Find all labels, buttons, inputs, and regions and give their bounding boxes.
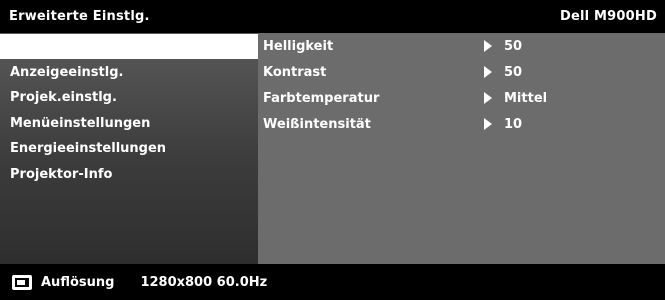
setting-row-kontrast[interactable]: Kontrast 50 — [258, 60, 665, 85]
setting-value: 10 — [504, 117, 523, 132]
sidebar-item-energieeinstellungen[interactable]: Energieeinstellungen — [0, 136, 258, 161]
setting-value: 50 — [504, 65, 523, 80]
setting-row-weissintensitaet[interactable]: Weißintensität 10 — [258, 112, 665, 137]
arrow-right-icon[interactable] — [484, 40, 492, 52]
arrow-right-icon[interactable] — [484, 118, 492, 130]
sidebar-item-menueinstellungen[interactable]: Menüeinstellungen — [0, 111, 258, 136]
sidebar-item-label: Menüeinstellungen — [10, 116, 151, 131]
resolution-label: Auflösung — [41, 274, 115, 290]
setting-value: Mittel — [504, 91, 548, 106]
setting-row-farbtemperatur[interactable]: Farbtemperatur Mittel — [258, 86, 665, 111]
arrow-right-icon[interactable] — [484, 66, 492, 78]
sidebar-item-bildeinstellungen[interactable]: Bildeinstellungen — [0, 34, 258, 59]
sidebar-item-projekeinstlg[interactable]: Projek.einstlg. — [0, 85, 258, 110]
status-footer: Auflösung 1280x800 60.0Hz — [0, 264, 665, 300]
menu-title: Erweiterte Einstlg. — [9, 9, 150, 24]
sidebar-item-projektor-info[interactable]: Projektor-Info — [0, 162, 258, 187]
osd-header: Erweiterte Einstlg. Dell M900HD — [0, 0, 665, 33]
sidebar-item-anzeigeeinstlg[interactable]: Anzeigeeinstlg. — [0, 60, 258, 85]
setting-label: Farbtemperatur — [263, 91, 380, 106]
sidebar: Bildeinstellungen Anzeigeeinstlg. Projek… — [0, 33, 258, 264]
model-name: Dell M900HD — [560, 9, 657, 24]
setting-value: 50 — [504, 39, 523, 54]
sidebar-item-label: Energieeinstellungen — [10, 141, 167, 156]
sidebar-item-label: Bildeinstellungen — [10, 39, 139, 54]
setting-label: Helligkeit — [263, 39, 334, 54]
settings-panel: Helligkeit 50 Kontrast 50 Farbtemperatur… — [258, 33, 665, 264]
projector-osd-menu: Erweiterte Einstlg. Dell M900HD Bildeins… — [0, 0, 665, 300]
sidebar-item-label: Projek.einstlg. — [10, 90, 117, 105]
setting-label: Weißintensität — [263, 117, 371, 132]
resolution-value: 1280x800 60.0Hz — [140, 274, 268, 290]
display-icon — [12, 274, 32, 290]
setting-label: Kontrast — [263, 65, 327, 80]
arrow-right-icon[interactable] — [484, 92, 492, 104]
sidebar-item-label: Projektor-Info — [10, 167, 113, 182]
setting-row-helligkeit[interactable]: Helligkeit 50 — [258, 34, 665, 59]
sidebar-item-label: Anzeigeeinstlg. — [10, 65, 124, 80]
